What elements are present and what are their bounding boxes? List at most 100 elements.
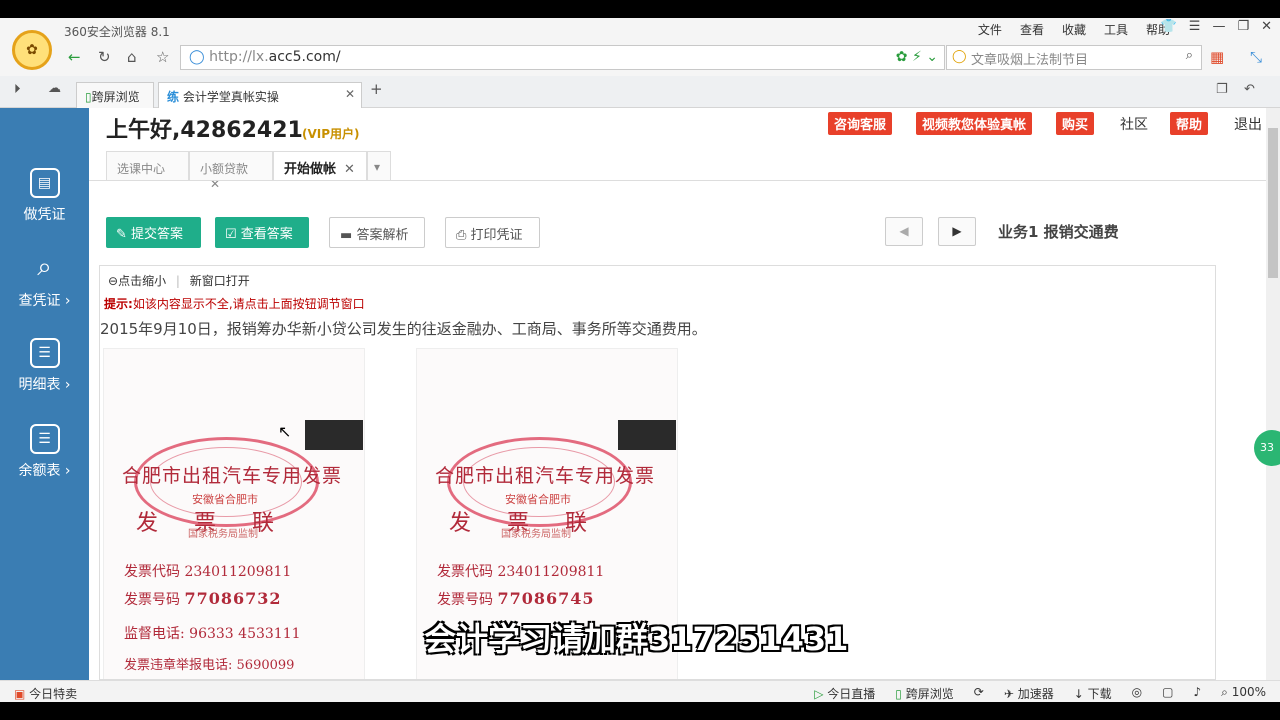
folder-icon: ▬ — [340, 228, 353, 243]
status-label: 加速器 — [1017, 687, 1054, 701]
sidebar-item-balance-sheet[interactable]: ☰ 余额表 › — [0, 424, 89, 480]
greeting: 上午好,42862421 — [106, 118, 303, 143]
sidebar-item-make-voucher[interactable]: ▤ 做凭证 — [0, 168, 89, 224]
url-actions-icon[interactable]: ✿ ⚡ ⌄ — [896, 49, 938, 65]
sidebar-item-detail-ledger[interactable]: ☰ 明细表 › — [0, 338, 89, 394]
tab-acc5[interactable]: 练 会计学堂真帐实操 ✕ — [158, 82, 362, 109]
header-links: 咨询客服 视频教您体验真帐 购买 社区 帮助 退出 — [827, 112, 1262, 135]
edit-icon: ✎ — [116, 227, 127, 242]
prev-button[interactable]: ◀ — [885, 217, 923, 246]
mouse-cursor-icon: ↖ — [278, 422, 292, 441]
menu-icon[interactable]: ☰ — [1189, 19, 1201, 34]
browser-tab-bar: ⏵ ☁ ▯跨屏浏览 练 会计学堂真帐实操 ✕ + ❐ ↶ — [0, 76, 1280, 109]
cart-icon: ▣ — [14, 687, 26, 701]
next-button[interactable]: ▶ — [938, 217, 976, 246]
hint-body: 如该内容显示不全,请点击上面按钮调节窗口 — [132, 297, 365, 311]
close-icon[interactable]: ✕ — [1261, 19, 1272, 34]
tab-small-loan[interactable]: 小额贷款✕ — [189, 151, 273, 191]
title-bar: 360安全浏览器 8.1 文件 查看 收藏 工具 帮助 👕 ☰ — ❐ ✕ — [0, 18, 1280, 40]
tab-label: 小额贷款 — [200, 162, 249, 176]
new-window-link[interactable]: 新窗口打开 — [190, 274, 250, 288]
status-download[interactable]: ↓ 下载 — [1074, 685, 1112, 702]
submit-answer-button[interactable]: ✎ 提交答案 — [106, 217, 201, 248]
tab-dropdown[interactable]: ▾ — [367, 151, 391, 180]
status-cross-screen[interactable]: ▯ 跨屏浏览 — [895, 685, 953, 702]
play-icon: ▷ — [814, 687, 824, 701]
logout-link[interactable]: 退出 — [1226, 114, 1262, 134]
url-input[interactable]: ◯ http://lx.acc5.com/ ✿ ⚡ ⌄ — [180, 45, 945, 70]
vip-badge: (VIP用户) — [302, 127, 360, 141]
status-zoom[interactable]: ⌕ 100% — [1221, 685, 1266, 702]
menu-view[interactable]: 查看 — [1020, 21, 1044, 38]
browser-icon[interactable]: ◎ — [1132, 685, 1142, 702]
button-label: 答案解析 — [356, 228, 409, 243]
print-voucher-button[interactable]: ⎙ 打印凭证 — [445, 217, 540, 248]
tab-cross-screen[interactable]: ▯跨屏浏览 — [76, 82, 154, 108]
invoice-bureau: 国家税务局监制 — [501, 529, 571, 540]
sidebar-label: 余额表 › — [18, 463, 71, 479]
print-icon: ⎙ — [456, 228, 467, 243]
browser-title: 360安全浏览器 8.1 — [64, 25, 170, 39]
maximize-icon[interactable]: ❐ — [1237, 19, 1249, 34]
status-deals[interactable]: ▣ 今日特卖 — [14, 685, 77, 702]
tab-start-accounting[interactable]: 开始做帐 ✕ — [273, 151, 367, 180]
tab-label: 会计学堂真帐实操 — [182, 90, 279, 104]
volume-icon[interactable]: ♪ — [1193, 685, 1201, 702]
answer-analysis-button[interactable]: ▬ 答案解析 — [329, 217, 425, 248]
community-link[interactable]: 社区 — [1112, 114, 1156, 134]
tab-close-icon[interactable]: ✕ — [345, 87, 355, 101]
refresh-icon[interactable]: ⟳ — [974, 685, 984, 702]
status-live[interactable]: ▷ 今日直播 — [814, 685, 875, 702]
window-icon[interactable]: ▢ — [1162, 685, 1173, 702]
view-answer-button[interactable]: ☑ 查看答案 — [215, 217, 309, 248]
tab-close-icon[interactable]: ✕ — [344, 162, 355, 177]
sidebar-item-query-voucher[interactable]: ⌕ 查凭证 › — [0, 254, 89, 310]
divider — [89, 180, 1280, 181]
hint-label: 提示: — [104, 297, 133, 311]
star-icon[interactable]: ☆ — [156, 48, 169, 66]
main-content: 上午好,42862421 (VIP用户) 咨询客服 视频教您体验真帐 购买 社区… — [89, 108, 1280, 694]
invoice-report-row: 发票违章举报电话: 5690099 — [124, 654, 294, 673]
new-tab-icon[interactable]: + — [370, 80, 383, 98]
menu-tools[interactable]: 工具 — [1104, 21, 1128, 38]
list-icon: ☰ — [29, 338, 60, 368]
status-label: 100% — [1231, 685, 1266, 699]
report-value: 5690099 — [236, 658, 295, 673]
status-accelerator[interactable]: ✈ 加速器 — [1004, 685, 1054, 702]
menu-file[interactable]: 文件 — [978, 21, 1002, 38]
cloud-icon[interactable]: ☁ — [48, 81, 61, 96]
skin-icon[interactable]: 👕 — [1161, 19, 1177, 34]
apps-icon[interactable]: ▦ — [1210, 48, 1224, 66]
menu-favorites[interactable]: 收藏 — [1062, 21, 1086, 38]
refresh-icon[interactable]: ↻ — [98, 48, 111, 66]
buy-button[interactable]: 购买 — [1055, 112, 1094, 135]
scroll-thumb[interactable] — [1268, 128, 1278, 278]
restore-tabs-icon[interactable]: ❐ — [1216, 82, 1228, 97]
consult-button[interactable]: 咨询客服 — [827, 112, 892, 135]
status-right-items: ▷ 今日直播 ▯ 跨屏浏览 ⟳ ✈ 加速器 ↓ 下载 ◎ ▢ ♪ ⌕ 100% — [814, 685, 1266, 702]
sidebar-toggle-icon[interactable]: ⏵ — [14, 82, 21, 97]
code-label: 发票代码 — [437, 564, 493, 580]
home-icon[interactable]: ⌂ — [127, 48, 137, 66]
number-label: 发票号码 — [124, 592, 180, 608]
minimize-icon[interactable]: — — [1212, 19, 1225, 34]
extension-icon[interactable]: ⤡ — [1250, 48, 1262, 66]
window-controls: 👕 ☰ — ❐ ✕ — [1161, 19, 1272, 34]
invoice-code-row: 发票代码 234011209811 — [437, 561, 604, 581]
help-button[interactable]: 帮助 — [1169, 112, 1208, 135]
search-icon[interactable]: ⌕ — [1186, 48, 1193, 63]
address-bar: ← ↻ ⌂ ☆ ◯ http://lx.acc5.com/ ✿ ⚡ ⌄ ◯ 文章吸烟… — [0, 40, 1280, 76]
separator: | — [175, 274, 180, 288]
panel-toolbar: ⊖点击缩小 | 新窗口打开 — [108, 272, 250, 289]
undo-close-icon[interactable]: ↶ — [1244, 82, 1255, 97]
code-value: 234011209811 — [497, 564, 605, 580]
tab-course-center[interactable]: 选课中心 — [106, 151, 189, 180]
phone-icon: ▯ — [895, 687, 902, 701]
vertical-scrollbar[interactable] — [1266, 108, 1280, 680]
search-input[interactable]: ◯ 文章吸烟上法制节目 ⌕ — [946, 45, 1202, 70]
back-icon[interactable]: ← — [68, 48, 81, 66]
status-label: 下载 — [1087, 687, 1112, 701]
video-tutorial-button[interactable]: 视频教您体验真帐 — [915, 112, 1032, 135]
next-icon: ▶ — [952, 224, 962, 238]
zoom-out-link[interactable]: ⊖点击缩小 — [108, 274, 166, 288]
